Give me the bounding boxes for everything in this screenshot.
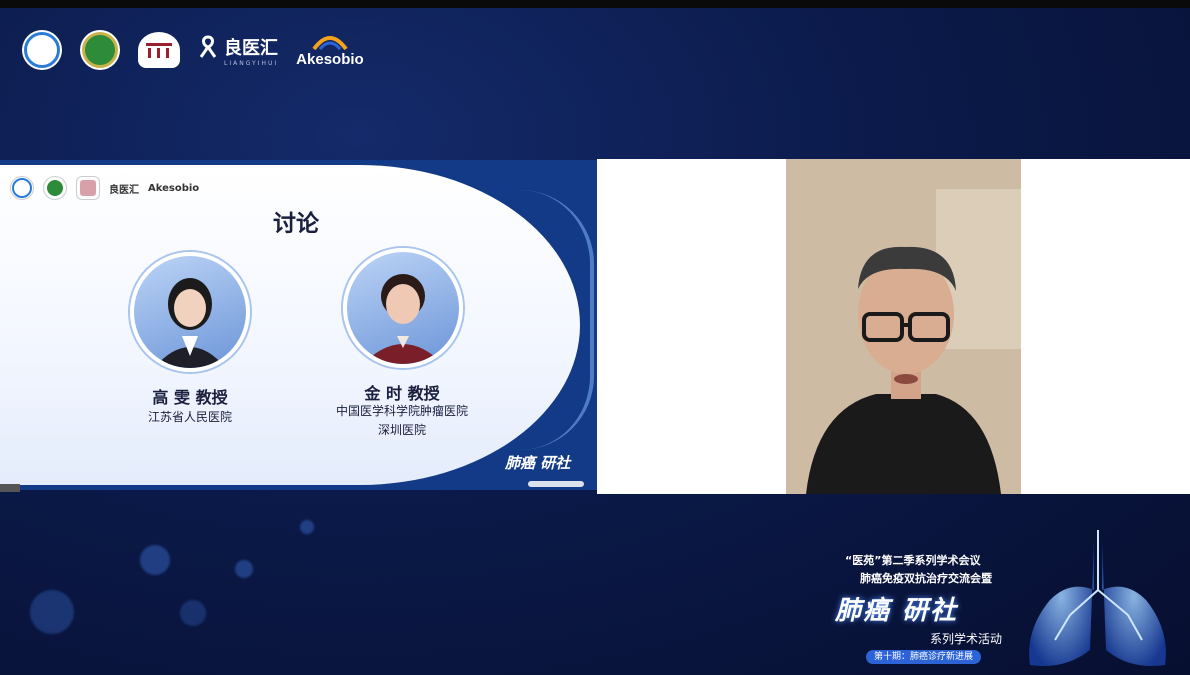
bokeh-dot bbox=[300, 520, 314, 534]
slide-logos: 良医汇 Akesobio bbox=[10, 176, 199, 200]
camera-panel bbox=[597, 159, 1190, 494]
banner-sub-line: 肺癌免疫双抗治疗交流会暨 bbox=[860, 572, 992, 585]
slide-name-tag bbox=[0, 484, 20, 492]
participant-video[interactable] bbox=[786, 159, 1021, 494]
speaker-1-name: 高 雯 教授 bbox=[152, 388, 228, 407]
lianghui-subtext: LIANGYIHUI bbox=[224, 59, 279, 67]
slide-society-logo bbox=[10, 176, 34, 200]
bokeh-dot bbox=[140, 545, 170, 575]
slide-university-logo bbox=[76, 176, 100, 200]
slide-lianghui-text: 良医汇 bbox=[109, 184, 139, 196]
akesobio-text: Akesobio bbox=[296, 50, 364, 68]
lianghui-logo: 良医汇 LIANGYIHUI bbox=[198, 34, 278, 67]
bokeh-dot bbox=[235, 560, 253, 578]
slide-brand: 肺癌 研社 bbox=[505, 454, 571, 472]
banner-title: 肺癌 研社 bbox=[835, 596, 959, 626]
akesobio-mark-icon bbox=[312, 35, 348, 50]
slide-title: 讨论 bbox=[273, 211, 319, 237]
speaker-2-affiliation-line1: 中国医学科学院肿瘤医院 bbox=[335, 404, 468, 418]
ribbon-icon bbox=[199, 34, 217, 58]
banner-series: 系列学术活动 bbox=[930, 632, 1003, 646]
lianghui-text: 良医汇 bbox=[224, 37, 278, 59]
speaker-1-affiliation: 江苏省人民医院 bbox=[147, 410, 232, 424]
bokeh-dot bbox=[180, 600, 206, 626]
university-emblem bbox=[138, 32, 180, 68]
akesobio-logo: Akesobio bbox=[296, 33, 364, 68]
hospital-logo bbox=[80, 30, 120, 70]
header-logos: 良医汇 LIANGYIHUI Akesobio bbox=[22, 28, 364, 72]
slide-hospital-logo bbox=[43, 176, 67, 200]
lungs-graphic bbox=[1029, 530, 1166, 666]
top-bar bbox=[0, 0, 1190, 8]
bokeh-dot bbox=[30, 590, 74, 634]
speaker-2-portrait bbox=[343, 248, 463, 368]
banner-quote-line: “医苑”第二季系列学术会议 bbox=[845, 554, 981, 567]
participant-silhouette bbox=[786, 159, 1021, 494]
speaker-2-affiliation-line2: 深圳医院 bbox=[377, 423, 426, 437]
slide-akesobio-text: Akesobio bbox=[148, 182, 200, 194]
speaker-2-name: 金 时 教授 bbox=[364, 384, 440, 403]
banner-pill: 第十期：肺癌诊疗新进展 bbox=[866, 650, 982, 664]
slide-badge bbox=[528, 481, 584, 487]
speaker-1-portrait bbox=[130, 252, 250, 372]
shared-slide: 良医汇 Akesobio 讨论 高 雯 教授 江苏省人民医院 金 时 教授 中国… bbox=[0, 160, 597, 490]
society-logo bbox=[22, 30, 62, 70]
